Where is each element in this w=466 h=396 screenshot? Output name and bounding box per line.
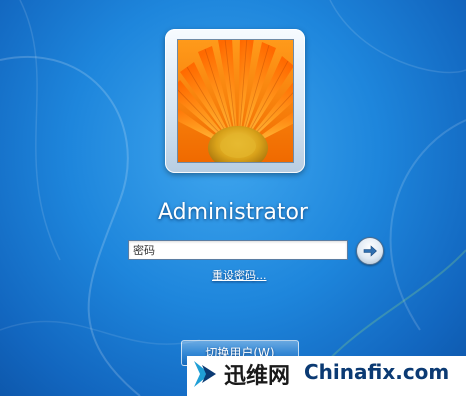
arrow-logo <box>194 361 216 387</box>
arrow-right-icon <box>363 245 377 257</box>
submit-login-button[interactable] <box>356 237 384 265</box>
user-avatar <box>177 39 294 163</box>
orange-flower-picture <box>178 40 293 162</box>
watermark-english-text: Chinafix.com <box>304 360 450 384</box>
password-input[interactable] <box>129 241 347 259</box>
reset-password-link[interactable]: 重设密码... <box>212 267 267 283</box>
password-field[interactable] <box>128 240 348 260</box>
username-label: Administrator <box>158 200 308 225</box>
watermark-chinese-text: 迅维网 <box>224 364 291 389</box>
